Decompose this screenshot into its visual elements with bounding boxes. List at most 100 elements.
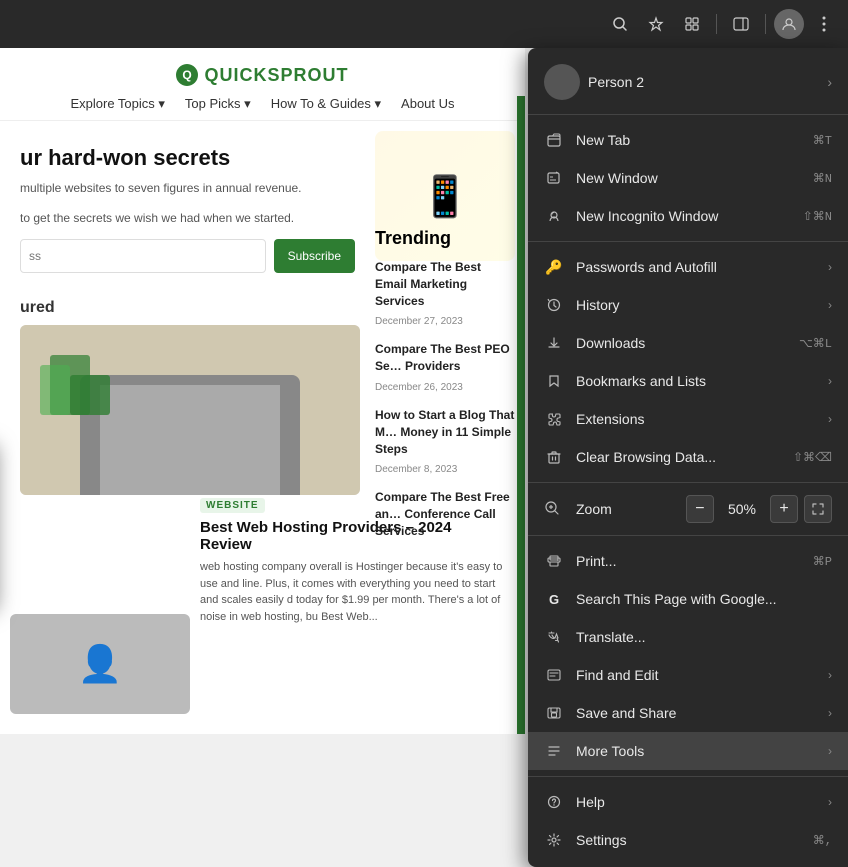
save-share-arrow-icon: › xyxy=(828,706,832,720)
zoom-row: Zoom − 50% + xyxy=(528,489,848,529)
bookmarks-icon xyxy=(544,371,564,391)
extensions-icon xyxy=(544,409,564,429)
bookmark-star-icon[interactable] xyxy=(640,8,672,40)
quicksprout-logo: Q QUICKSPROUT xyxy=(176,64,348,86)
menu-extensions[interactable]: Extensions › xyxy=(528,400,848,438)
trend-item-2: Compare The Best PEO Se… Providers Decem… xyxy=(375,341,515,395)
history-label: History xyxy=(576,297,620,313)
menu-downloads[interactable]: Downloads ⌥⌘L xyxy=(528,324,848,362)
passwords-arrow-icon: › xyxy=(828,260,832,274)
subscribe-button[interactable]: Subscribe xyxy=(274,239,355,273)
menu-new-window[interactable]: New Window ⌘N xyxy=(528,159,848,197)
downloads-shortcut: ⌥⌘L xyxy=(799,336,832,351)
menu-help[interactable]: Help › xyxy=(528,783,848,821)
nav-top-picks: Top Picks ▾ xyxy=(185,96,251,112)
sidebar-icon[interactable] xyxy=(725,8,757,40)
nav-explore: Explore Topics ▾ xyxy=(70,96,164,112)
google-icon: G xyxy=(544,589,564,609)
trash-icon xyxy=(544,447,564,467)
more-menu-icon[interactable] xyxy=(808,8,840,40)
menu-divider-2 xyxy=(528,241,848,242)
more-tools-arrow-icon: › xyxy=(828,744,832,758)
help-icon xyxy=(544,792,564,812)
logo-icon: Q xyxy=(176,64,198,86)
translate-label: Translate... xyxy=(576,629,646,645)
incognito-shortcut: ⇧⌘N xyxy=(803,209,832,224)
clear-data-label: Clear Browsing Data... xyxy=(576,449,716,465)
zoom-label: Zoom xyxy=(576,501,686,517)
more-tools-label: More Tools xyxy=(576,743,644,759)
site-nav: Explore Topics ▾ Top Picks ▾ How To & Gu… xyxy=(70,96,454,112)
translate-icon xyxy=(544,627,564,647)
menu-divider-5 xyxy=(528,776,848,777)
print-label: Print... xyxy=(576,553,616,569)
nav-about: About Us xyxy=(401,96,454,112)
new-window-label: New Window xyxy=(576,170,658,186)
menu-print[interactable]: Print... ⌘P xyxy=(528,542,848,580)
menu-google-search[interactable]: G Search This Page with Google... xyxy=(528,580,848,618)
new-tab-shortcut: ⌘T xyxy=(813,133,832,148)
account-icon[interactable] xyxy=(774,9,804,39)
menu-new-tab[interactable]: New Tab ⌘T xyxy=(528,121,848,159)
menu-history[interactable]: History › xyxy=(528,286,848,324)
hero-desc2: to get the secrets we wish we had when w… xyxy=(20,209,355,227)
help-arrow-icon: › xyxy=(828,795,832,809)
menu-bookmarks[interactable]: Bookmarks and Lists › xyxy=(528,362,848,400)
menu-more-tools[interactable]: More Tools › xyxy=(528,732,848,770)
menu-clear-data[interactable]: Clear Browsing Data... ⇧⌘⌫ xyxy=(528,438,848,476)
find-edit-arrow-icon: › xyxy=(828,668,832,682)
more-tools-icon xyxy=(544,741,564,761)
profile-arrow-icon: › xyxy=(827,74,832,90)
menu-settings[interactable]: Settings ⌘, xyxy=(528,821,848,859)
chrome-toolbar xyxy=(0,0,848,48)
new-tab-label: New Tab xyxy=(576,132,630,148)
find-icon xyxy=(544,665,564,685)
settings-label: Settings xyxy=(576,832,627,848)
zoom-controls: − 50% + xyxy=(686,495,832,523)
download-icon xyxy=(544,333,564,353)
key-icon: 🔑 xyxy=(544,257,564,277)
hero-title: ur hard-won secrets xyxy=(20,145,355,171)
menu-translate[interactable]: Translate... xyxy=(528,618,848,656)
find-edit-label: Find and Edit xyxy=(576,667,659,683)
menu-divider-1 xyxy=(528,114,848,115)
trending-title: Trending xyxy=(375,228,515,249)
search-icon[interactable] xyxy=(604,8,636,40)
email-input[interactable] xyxy=(20,239,266,273)
clear-data-shortcut: ⇧⌘⌫ xyxy=(793,450,832,465)
zoom-value: 50% xyxy=(716,501,768,517)
menu-divider-3 xyxy=(528,482,848,483)
zoom-minus-button[interactable]: − xyxy=(686,495,714,523)
new-window-shortcut: ⌘N xyxy=(813,171,832,186)
nav-how-to: How To & Guides ▾ xyxy=(271,96,381,112)
website-label: WEBSITE xyxy=(200,498,265,513)
chrome-main-menu: Person 2 › New Tab ⌘T New Window ⌘N xyxy=(528,48,848,867)
extensions-arrow-icon: › xyxy=(828,412,832,426)
bookmarks-arrow-icon: › xyxy=(828,374,832,388)
menu-incognito[interactable]: New Incognito Window ⇧⌘N xyxy=(528,197,848,235)
history-icon xyxy=(544,295,564,315)
featured-image xyxy=(20,325,360,495)
trend-item-4: Compare The Best Free an… Conference Cal… xyxy=(375,489,515,539)
history-arrow-icon: › xyxy=(828,298,832,312)
bookmarks-label: Bookmarks and Lists xyxy=(576,373,706,389)
trend-item-1: Compare The Best Email Marketing Service… xyxy=(375,259,515,329)
google-search-label: Search This Page with Google... xyxy=(576,591,777,607)
window-icon xyxy=(544,168,564,188)
print-icon xyxy=(544,551,564,571)
zoom-fullscreen-button[interactable] xyxy=(804,495,832,523)
save-icon xyxy=(544,703,564,723)
menu-divider-4 xyxy=(528,535,848,536)
settings-shortcut: ⌘, xyxy=(813,833,832,848)
profile-row[interactable]: Person 2 › xyxy=(528,56,848,108)
menu-find-edit[interactable]: Find and Edit › xyxy=(528,656,848,694)
settings-icon xyxy=(544,830,564,850)
zoom-plus-button[interactable]: + xyxy=(770,495,798,523)
help-label: Help xyxy=(576,794,605,810)
save-share-label: Save and Share xyxy=(576,705,676,721)
post-desc: web hosting company overall is Hostinger… xyxy=(200,559,505,625)
menu-save-share[interactable]: Save and Share › xyxy=(528,694,848,732)
menu-passwords[interactable]: 🔑 Passwords and Autofill › xyxy=(528,248,848,286)
extension-icon[interactable] xyxy=(676,8,708,40)
passwords-label: Passwords and Autofill xyxy=(576,259,717,275)
